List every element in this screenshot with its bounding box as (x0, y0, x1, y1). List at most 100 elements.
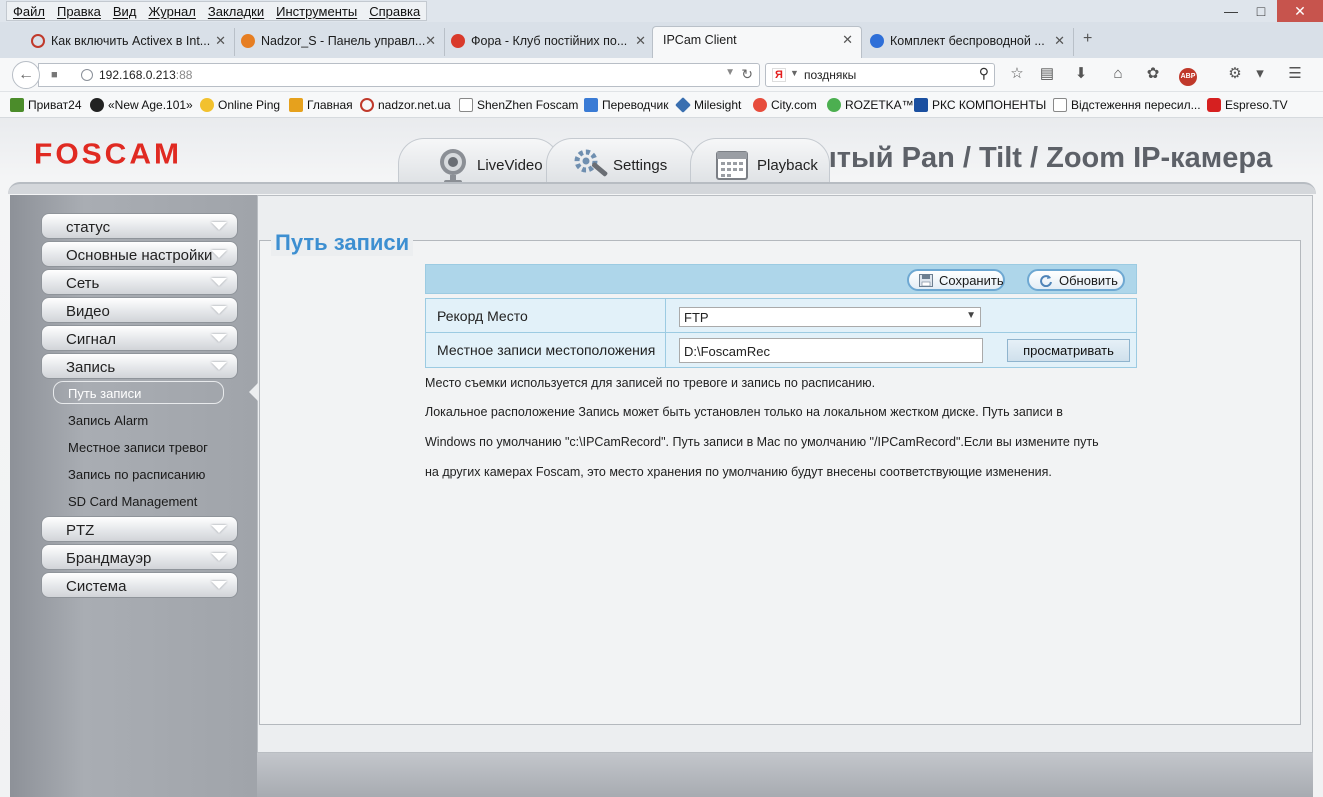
help-text-line: Windows по умолчанию "c:\IPCamRecord". П… (425, 435, 1099, 449)
page-header-title: ытый Pan / Tilt / Zoom IP-камера (812, 142, 1273, 174)
adblock-icon[interactable]: ABP (1178, 64, 1198, 86)
submenu-local-alarm-record[interactable]: Местное записи тревог (68, 440, 208, 455)
minimize-icon[interactable]: — (1216, 0, 1246, 22)
yandex-icon[interactable]: Я (772, 68, 786, 82)
save-button[interactable]: Сохранить (907, 269, 1005, 291)
menu-help[interactable]: Справка (363, 2, 426, 20)
browser-tab-active[interactable]: IPCam Client ✕ (652, 26, 862, 58)
sidebar-item-status[interactable]: статус (41, 213, 238, 239)
tab-playback[interactable]: Playback (690, 138, 830, 183)
browser-menubar: Файл Правка Вид Журнал Закладки Инструме… (0, 0, 1323, 22)
bookmark-item[interactable]: Espreso.TV (1207, 98, 1288, 112)
sidebar-item-label: Запись (66, 359, 116, 376)
city-icon (753, 98, 767, 112)
new-tab-icon[interactable]: + (1083, 30, 1092, 48)
address-bar[interactable]: ■ 192.168.0.213:88 ▼ ↻ (38, 63, 760, 87)
browse-button[interactable]: просматривать (1007, 339, 1130, 362)
submenu-sd-card[interactable]: SD Card Management (68, 494, 197, 509)
tab-close-icon[interactable]: ✕ (635, 33, 646, 49)
bookmark-item[interactable]: Milesight (675, 97, 741, 113)
tab-close-icon[interactable]: ✕ (215, 33, 226, 49)
search-icon[interactable]: ⚲ (979, 65, 989, 82)
history-dropdown-icon[interactable]: ▼ (725, 67, 735, 78)
sidebar-item-label: Сигнал (66, 331, 117, 348)
record-location-label: Рекорд Место (426, 299, 666, 332)
bookmark-item[interactable]: РКС КОМПОНЕНТЫ (914, 98, 1046, 112)
n-logo-icon (289, 98, 303, 112)
penguin-icon (200, 98, 214, 112)
sidebar-item-network[interactable]: Сеть (41, 269, 238, 295)
bookmark-item[interactable]: City.com (753, 98, 817, 112)
submenu-schedule-record[interactable]: Запись по расписанию (68, 467, 205, 482)
menu-edit[interactable]: Правка (51, 2, 107, 20)
menu-view[interactable]: Вид (107, 2, 143, 20)
record-location-select[interactable]: FTP ▼ (679, 307, 981, 327)
maximize-icon[interactable]: □ (1246, 0, 1276, 22)
youtube-icon (1207, 98, 1221, 112)
tab-title: Комплект беспроводной ... (890, 34, 1045, 48)
tab-close-icon[interactable]: ✕ (842, 32, 853, 48)
refresh-button[interactable]: Обновить (1027, 269, 1125, 291)
bookmark-item[interactable]: Приват24 (10, 98, 82, 112)
sidebar-item-firewall[interactable]: Брандмауэр (41, 544, 238, 570)
browser-tab[interactable]: Комплект беспроводной ... ✕ (864, 28, 1074, 56)
tab-close-icon[interactable]: ✕ (1054, 33, 1065, 49)
menu-bookmarks[interactable]: Закладки (202, 2, 270, 20)
content-footer (257, 753, 1313, 797)
bookmark-item[interactable]: «New Age.101» (90, 98, 193, 112)
submenu-record-path[interactable]: Путь записи (53, 381, 224, 404)
tab-title: Фора - Клуб постійних по... (471, 34, 628, 48)
sidebar-item-system[interactable]: Система (41, 572, 238, 598)
tab-favicon (451, 34, 465, 48)
menu-history[interactable]: Журнал (142, 2, 201, 20)
sidebar-item-alarm[interactable]: Сигнал (41, 325, 238, 351)
menu-file[interactable]: Файл (7, 2, 51, 20)
browser-tab[interactable]: Nadzor_S - Панель управл... ✕ (235, 28, 445, 56)
engine-dropdown-icon[interactable]: ▼ (790, 68, 799, 78)
browser-tab[interactable]: Фора - Клуб постійних по... ✕ (445, 28, 655, 56)
sidebar-item-video[interactable]: Видео (41, 297, 238, 323)
privat24-icon (10, 98, 24, 112)
local-path-input[interactable]: D:\FoscamRec (679, 338, 983, 363)
tab-favicon (870, 34, 884, 48)
bookmark-item[interactable]: ShenZhen Foscam (459, 98, 578, 112)
tab-live-video[interactable]: LiveVideo (398, 138, 560, 184)
browser-tab[interactable]: Как включить Activex в Int... ✕ (25, 28, 235, 56)
back-button[interactable]: ← (12, 61, 40, 89)
bookmark-item[interactable]: Переводчик (584, 98, 669, 112)
chevron-down-icon (211, 553, 227, 561)
sidebar-item-record[interactable]: Запись (41, 353, 238, 379)
reload-icon[interactable]: ↻ (741, 66, 753, 83)
hamburger-menu-icon[interactable]: ☰ (1285, 64, 1305, 84)
tab-settings[interactable]: Settings (546, 138, 696, 183)
rozetka-icon (827, 98, 841, 112)
bookmark-item[interactable]: Відстеження пересил... (1053, 98, 1201, 112)
help-text-line: Место съемки используется для записей по… (425, 376, 876, 390)
sidebar-item-ptz[interactable]: PTZ (41, 516, 238, 542)
search-box[interactable]: Я ▼ позднякы ⚲ (765, 63, 995, 87)
home-icon[interactable]: ⌂ (1108, 64, 1128, 84)
page-icon: ■ (51, 69, 58, 81)
page-icon (1053, 98, 1067, 112)
milesight-icon (675, 97, 691, 113)
download-icon[interactable]: ⬇ (1071, 64, 1091, 84)
menu-tools[interactable]: Инструменты (270, 2, 363, 20)
extension-dropdown-icon[interactable]: ▾ (1250, 64, 1270, 84)
sidebar-item-basic-settings[interactable]: Основные настройки (41, 241, 238, 267)
form-row-location: Рекорд Место FTP ▼ (426, 299, 1136, 333)
reading-list-icon[interactable]: ▤ (1037, 64, 1057, 84)
form-row-local-path: Местное записи местоположения D:\FoscamR… (426, 333, 1136, 367)
translate-icon (584, 98, 598, 112)
address-text: 192.168.0.213:88 (99, 68, 193, 82)
tab-close-icon[interactable]: ✕ (425, 33, 436, 49)
bookmark-item[interactable]: ROZETKA™ (827, 98, 914, 112)
close-window-icon[interactable]: ✕ (1277, 0, 1323, 22)
bookmark-item[interactable]: nadzor.net.ua (360, 98, 451, 112)
bookmark-item[interactable]: Главная (289, 98, 353, 112)
page-icon (459, 98, 473, 112)
submenu-alarm-record[interactable]: Запись Alarm (68, 413, 148, 428)
addon-icon[interactable]: ✿ (1143, 64, 1163, 84)
bookmark-item[interactable]: Online Ping (200, 98, 280, 112)
bookmark-star-icon[interactable]: ☆ (1007, 64, 1027, 84)
extension-icon[interactable]: ⚙ (1225, 64, 1245, 84)
